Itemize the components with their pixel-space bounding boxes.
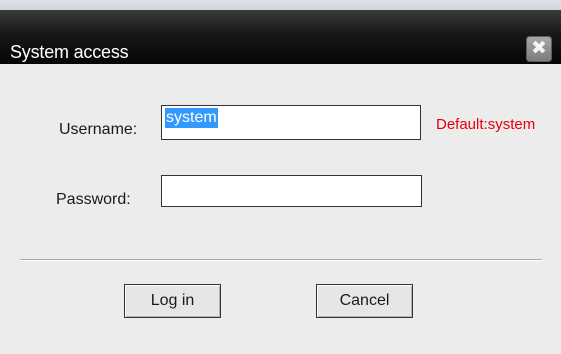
divider-line [20,259,542,261]
password-label: Password: [56,191,131,208]
title-bar[interactable]: System access ✖ [0,10,561,64]
username-value-selected: system [165,108,218,128]
close-icon: ✖ [531,38,547,59]
login-button[interactable]: Log in [124,284,221,318]
cancel-button[interactable]: Cancel [316,284,413,318]
username-label: Username: [59,121,138,138]
system-access-dialog: System access ✖ Username: system Default… [0,0,561,354]
close-button[interactable]: ✖ [526,36,552,62]
window-top-edge [0,0,561,10]
password-input[interactable] [161,175,422,207]
username-input[interactable]: system [161,105,421,140]
dialog-title: System access [10,42,129,62]
username-default-hint: Default:system [436,116,536,133]
